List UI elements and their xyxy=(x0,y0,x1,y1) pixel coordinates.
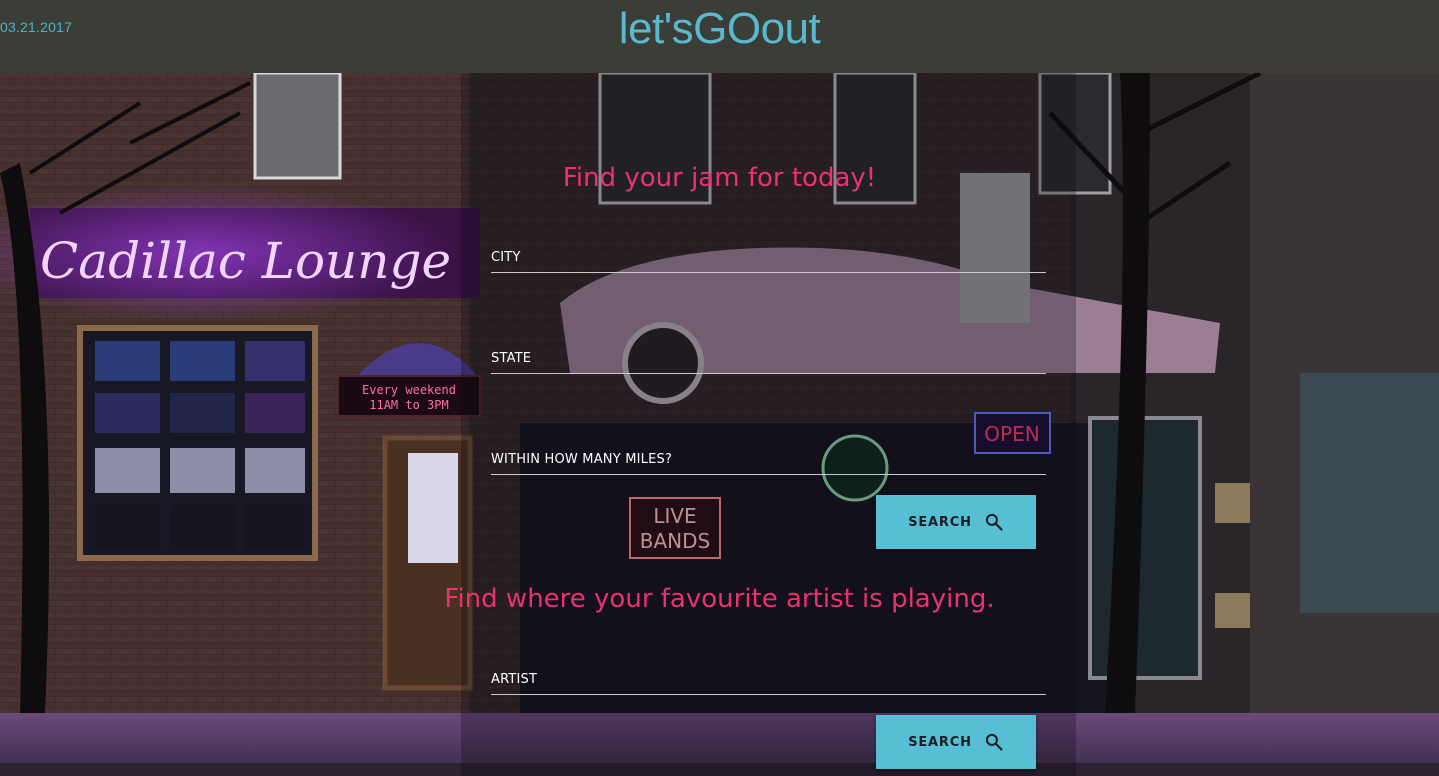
miles-input[interactable] xyxy=(491,444,1046,474)
location-search-button[interactable]: SEARCH xyxy=(876,495,1036,549)
state-field[interactable] xyxy=(491,343,1046,374)
artist-field[interactable] xyxy=(491,664,1046,695)
state-input[interactable] xyxy=(491,343,1046,373)
artist-search-button[interactable]: SEARCH xyxy=(876,715,1036,769)
location-search-heading: Find your jam for today! xyxy=(562,163,877,193)
neon-sign-text: Cadillac Lounge xyxy=(40,232,451,290)
scroll-sign-line2: 11AM to 3PM xyxy=(369,398,448,412)
artist-search-heading: Find where your favourite artist is play… xyxy=(444,584,995,614)
location-search-button-label: SEARCH xyxy=(908,514,972,530)
search-icon xyxy=(985,513,1003,531)
miles-field[interactable] xyxy=(491,444,1046,475)
artist-input[interactable] xyxy=(491,664,1046,694)
search-icon xyxy=(985,733,1003,751)
city-field[interactable] xyxy=(491,242,1046,273)
scroll-sign-line1: Every weekend xyxy=(362,383,456,397)
artist-search-button-label: SEARCH xyxy=(908,734,972,750)
brand-logo[interactable]: let'sGOout xyxy=(0,4,1439,54)
city-input[interactable] xyxy=(491,242,1046,272)
app-header: 03.21.2017 let'sGOout xyxy=(0,0,1439,73)
